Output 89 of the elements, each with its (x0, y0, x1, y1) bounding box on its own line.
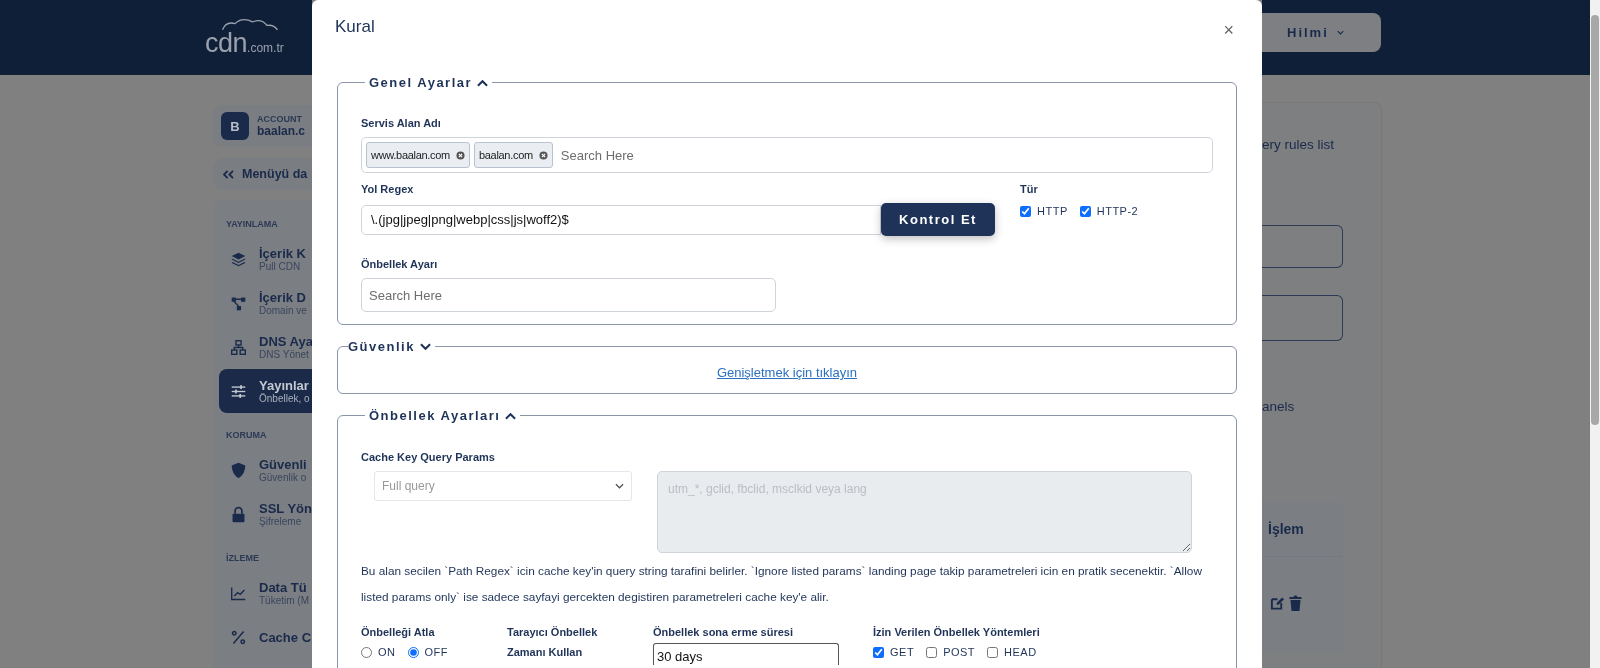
close-button[interactable]: × (1219, 20, 1238, 41)
expand-link[interactable]: Genişletmek için tıklayın (716, 365, 858, 380)
nav-item[interactable]: Yayınlar Önbellek, o (219, 369, 312, 413)
nav-item-title: Yayınlar (259, 378, 310, 393)
radio-button[interactable] (407, 646, 419, 658)
checkbox[interactable] (1020, 205, 1031, 217)
dialog-title: Kural (335, 17, 375, 37)
remove-icon[interactable] (538, 150, 548, 160)
domain-tag: baalan.com (473, 142, 553, 168)
checkbox[interactable] (987, 646, 999, 658)
nav-section-title: KORUMA (225, 429, 268, 442)
nav-item-subtitle: Tüketim (M (259, 595, 309, 606)
nav-item[interactable]: Cache C (219, 615, 312, 659)
field-label: Servis Alan Adı (361, 117, 442, 129)
section-toggle[interactable]: Genel Ayarlar (365, 75, 493, 90)
logo: cdn.com.tr (205, 18, 284, 57)
remove-icon[interactable] (455, 150, 465, 160)
description-text: ery rules list (1262, 137, 1335, 152)
nav-item[interactable]: İçerik K Pull CDN (219, 237, 312, 281)
option-label: POST (943, 646, 976, 658)
checkbox[interactable] (873, 646, 884, 658)
layers-icon (230, 250, 247, 268)
column-header: İşlem (1262, 502, 1343, 557)
nav-item-subtitle: Önbellek, o (259, 393, 310, 404)
domain-tag: www.baalan.com (366, 142, 470, 168)
chevron-up-icon (477, 78, 489, 87)
nav-item-subtitle: Şifreleme (259, 516, 303, 527)
description-text: anels (1262, 399, 1296, 414)
nav-section-title: İZLEME (225, 552, 260, 565)
option-label: GET (890, 646, 915, 658)
nav-item-title: İçerik D (259, 290, 307, 305)
check-button[interactable]: Kontrol Et (881, 203, 995, 236)
percent-icon (230, 628, 247, 646)
sliders-icon (230, 382, 247, 400)
help-text: Bu alan secilen `Path Regex` icin cache key'in query string tarafini belirler. `Ignore listed params` landing page takip parametreleri icin en pratik secenektir. `Allow listed params only` ise sadece sayfayi gercekten degistiren parametreleri cache key'e alir. (361, 563, 1203, 606)
caret-icon (615, 483, 624, 489)
lock-icon (230, 505, 247, 523)
section-toggle[interactable]: Güvenlik (348, 339, 435, 354)
nav-item[interactable]: İçerik D Domain ve (219, 281, 312, 325)
input-field[interactable] (1262, 225, 1343, 268)
tag-input[interactable]: www.baalan.com baalan.com Search Here (361, 137, 1213, 173)
nav-item[interactable]: SSL Yön Şifreleme (219, 492, 312, 536)
account-avatar: B (221, 112, 249, 140)
nav-item-title: Güvenli (259, 457, 307, 472)
radio-button[interactable] (361, 646, 372, 658)
field-label: Önbelleği Atla (361, 626, 436, 638)
option-label: HTTP-2 (1096, 205, 1139, 217)
field-label: Tür (1020, 183, 1039, 195)
nav-item-title: İçerik K (259, 246, 306, 261)
option-label: HEAD (1004, 646, 1037, 658)
nav-section-title: YAYINLAMA (225, 218, 279, 231)
option-label: ON (378, 646, 396, 658)
field-label: Yol Regex (361, 183, 415, 195)
nav-item-title: Cache C (259, 629, 312, 645)
caret-icon (1336, 30, 1344, 35)
nav-item-subtitle: DNS Yönet (259, 349, 310, 360)
double-chevron-icon (223, 169, 234, 179)
search-field[interactable]: Search Here (361, 278, 776, 312)
trash-icon[interactable] (1288, 595, 1303, 611)
network-icon (230, 338, 247, 356)
field-label: Önbellek sona erme süresi (653, 626, 794, 638)
account-card[interactable]: B ACCOUNT baalan.c (213, 105, 312, 147)
regex-input[interactable]: \.(jpg|jpeg|png|webp|css|js|woff2)$ (361, 204, 881, 235)
section-toggle[interactable]: Önbellek Ayarları (365, 408, 521, 423)
field-label: Cache Key Query Params (361, 451, 496, 463)
user-menu-button[interactable]: Hilmi (1262, 13, 1381, 52)
option-label: HTTP (1037, 205, 1068, 217)
account-label: ACCOUNT (257, 114, 303, 124)
edit-icon[interactable] (1270, 595, 1285, 611)
chevron-down-icon (419, 342, 431, 351)
nav-item-subtitle: Pull CDN (259, 261, 302, 272)
nav-item-title: SSL Yön (259, 501, 312, 516)
nav-item-subtitle: Domain ve (259, 305, 307, 316)
search-field[interactable]: Search Here (556, 147, 1208, 163)
chevron-up-icon (505, 411, 517, 420)
option-label: OFF (424, 646, 448, 658)
account-name: baalan.c (257, 124, 306, 138)
nav-item-title: Data Tü (259, 580, 308, 595)
field-label: İzin Verilen Önbellek Yöntemleri (873, 626, 1041, 638)
scrollbar[interactable] (1590, 0, 1600, 668)
expiry-input[interactable]: 30 days (653, 643, 839, 665)
shield-icon (230, 461, 247, 479)
input-field[interactable] (1262, 295, 1343, 341)
checkbox[interactable] (1079, 205, 1091, 217)
checkbox[interactable] (926, 646, 938, 658)
field-label: Tarayıcı Önbellek Zamanı Kullan (507, 625, 599, 660)
nav-item[interactable]: Data Tü Tüketim (M (219, 571, 312, 615)
field-label: Önbellek Ayarı (361, 258, 439, 270)
collapse-menu-button[interactable]: Menüyü da (213, 158, 312, 190)
